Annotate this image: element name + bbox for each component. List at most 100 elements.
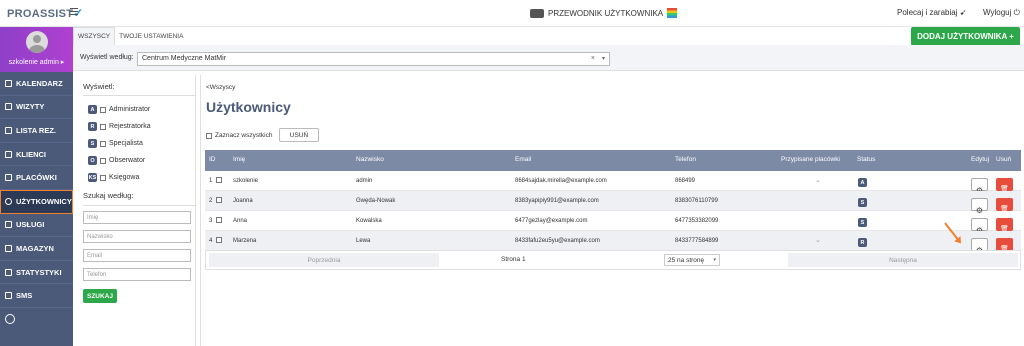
divider bbox=[83, 95, 196, 96]
user-guide-link[interactable]: PRZEWODNIK UŻYTKOWNIKA bbox=[530, 8, 678, 18]
building-icon bbox=[5, 174, 12, 182]
cell-last-name: Lewa bbox=[356, 238, 371, 244]
role-label: Specjalista bbox=[109, 140, 143, 147]
cell-phone: 8383076110799 bbox=[675, 198, 718, 204]
role-badge: A bbox=[88, 105, 97, 114]
prev-page-button[interactable]: Poprzednia bbox=[209, 253, 439, 267]
phone-input[interactable]: Telefon bbox=[83, 268, 191, 281]
role-filter-specjalista[interactable]: S Specjalista bbox=[88, 139, 143, 148]
logout-link[interactable]: Wyloguj ⏻ bbox=[983, 8, 1020, 18]
col-edit: Edytuj bbox=[971, 156, 990, 163]
role-filter-rejestratorka[interactable]: R Rejestratorka bbox=[88, 122, 151, 131]
row-checkbox[interactable] bbox=[216, 197, 222, 203]
sidebar-extra[interactable] bbox=[0, 308, 73, 331]
col-phone[interactable]: Telefon bbox=[675, 156, 696, 163]
tab-twoje-ustawienia[interactable]: TWOJE USTAWIENIA bbox=[115, 27, 187, 45]
table-row: 1 szkolenie admin 8684sajdak.mirella@exa… bbox=[205, 171, 1021, 195]
clear-icon[interactable]: × bbox=[591, 55, 595, 62]
menu-toggle-icon[interactable] bbox=[70, 8, 78, 15]
delete-button[interactable]: 🗑 bbox=[996, 218, 1013, 233]
col-status[interactable]: Status bbox=[857, 156, 875, 163]
checkbox[interactable] bbox=[100, 106, 106, 113]
cell-last-name: Gwęda-Nowak bbox=[356, 198, 396, 204]
status-badge: R bbox=[858, 238, 867, 247]
chevron-down-icon: ▾ bbox=[713, 257, 716, 263]
checkbox[interactable] bbox=[206, 132, 212, 139]
select-all[interactable]: Zaznacz wszystkich bbox=[206, 132, 272, 139]
profile-box[interactable]: szkolenie admin ▸ bbox=[0, 27, 73, 72]
row-checkbox[interactable] bbox=[216, 237, 222, 243]
show-title: Wyświetl: bbox=[83, 82, 115, 91]
cell-email: 6477gezlay@example.com bbox=[515, 218, 588, 224]
checkbox[interactable] bbox=[100, 140, 106, 147]
search-button[interactable]: SZUKAJ bbox=[83, 289, 117, 303]
delete-selected-button[interactable]: USUŃ bbox=[279, 128, 319, 142]
chevron-down-icon[interactable]: ▾ bbox=[602, 55, 605, 62]
checkbox[interactable] bbox=[100, 123, 106, 130]
sidebar-item-statystyki[interactable]: STATYSTYKI bbox=[0, 260, 73, 285]
cell-id: 2 bbox=[209, 198, 213, 204]
user-icon bbox=[5, 197, 12, 205]
col-first-name[interactable]: Imię bbox=[233, 156, 245, 163]
select-all-label: Zaznacz wszystkich bbox=[215, 132, 273, 139]
role-label: Administrator bbox=[109, 106, 151, 113]
first-name-input[interactable]: Imię bbox=[83, 211, 191, 224]
cell-email: 8383yapipiy991@example.com bbox=[515, 198, 599, 204]
sidebar-item-klienci[interactable]: KLIENCI bbox=[0, 142, 73, 167]
cell-first-name: szkolenie bbox=[233, 178, 259, 184]
user-guide-label: PRZEWODNIK UŻYTKOWNIKA bbox=[548, 8, 664, 18]
role-filter-obserwator[interactable]: O Obserwator bbox=[88, 156, 145, 165]
role-filter-ksiegowa[interactable]: KS Księgowa bbox=[88, 173, 139, 182]
tab-bar: WSZYSCY TWOJE USTAWIENIA bbox=[73, 27, 187, 45]
location-select[interactable]: Centrum Medyczne MatMir × ▾ bbox=[137, 52, 610, 66]
row-checkbox[interactable] bbox=[216, 217, 222, 223]
checkbox[interactable] bbox=[100, 174, 106, 181]
row-checkbox[interactable] bbox=[216, 177, 222, 183]
delete-button[interactable]: 🗑 bbox=[996, 178, 1013, 193]
checkbox[interactable] bbox=[100, 157, 106, 164]
chevron-down-icon[interactable]: ⌄ bbox=[815, 236, 821, 244]
sidebar-item-uzytkownicy[interactable]: UŻYTKOWNICY bbox=[0, 189, 73, 214]
email-input[interactable]: Email bbox=[83, 249, 191, 262]
top-bar: PROASSIST✓ PRZEWODNIK UŻYTKOWNIKA Poleca… bbox=[0, 0, 1024, 27]
back-link[interactable]: <Wszyscy bbox=[206, 84, 235, 91]
sidebar-item-placowki[interactable]: PLACÓWKI bbox=[0, 166, 73, 190]
sidebar-item-magazyn[interactable]: MAGAZYN bbox=[0, 237, 73, 261]
col-email[interactable]: Email bbox=[515, 156, 531, 163]
box-icon bbox=[5, 244, 12, 252]
users-table: ID Imię Nazwisko Email Telefon Przypisan… bbox=[205, 150, 1021, 255]
sidebar-item-uslugi[interactable]: USŁUGI bbox=[0, 213, 73, 238]
table-row: 2 Joanna Gwęda-Nowak 8383yapipiy991@exam… bbox=[205, 191, 1021, 215]
status-badge: S bbox=[858, 198, 867, 207]
sidebar-item-lista-rez[interactable]: LISTA REZ. bbox=[0, 119, 73, 143]
col-places[interactable]: Przypisane placówki bbox=[781, 156, 840, 163]
filter-panel: Wyświetl: A Administrator R Rejestratorka … bbox=[78, 75, 196, 346]
edit-button[interactable]: ⚙ bbox=[971, 218, 988, 235]
main-content: <Wszyscy Użytkownicy Zaznacz wszystkich … bbox=[200, 75, 1024, 346]
chevron-down-icon[interactable]: ⌄ bbox=[815, 176, 821, 184]
sidebar-item-kalendarz[interactable]: KALENDARZ bbox=[0, 72, 73, 96]
profile-name[interactable]: szkolenie admin ▸ bbox=[0, 58, 73, 66]
cell-email: 8684sajdak.mirella@example.com bbox=[515, 178, 607, 184]
cell-last-name: Kowalska bbox=[356, 218, 382, 224]
clock-icon bbox=[5, 314, 15, 325]
sidebar-item-wizyty[interactable]: WIZYTY bbox=[0, 95, 73, 120]
recommend-link[interactable]: Polecaj i zarabiaj ➹ bbox=[897, 8, 966, 17]
edit-button[interactable]: ⚙ bbox=[971, 178, 988, 195]
tab-wszyscy[interactable]: WSZYSCY bbox=[73, 27, 116, 45]
cell-id: 4 bbox=[209, 238, 213, 244]
filter-label: Wyświetl według: bbox=[80, 54, 134, 61]
next-page-button[interactable]: Następna bbox=[788, 253, 1018, 267]
col-last-name[interactable]: Nazwisko bbox=[356, 156, 384, 163]
col-id[interactable]: ID bbox=[209, 156, 216, 163]
status-badge: S bbox=[858, 218, 867, 227]
add-user-button[interactable]: DODAJ UŻYTKOWNIKA + bbox=[911, 27, 1020, 46]
sidebar-item-sms[interactable]: SMS bbox=[0, 284, 73, 308]
delete-button[interactable]: 🗑 bbox=[996, 198, 1013, 213]
cell-phone: 8433777584899 bbox=[675, 238, 719, 244]
page-size-select[interactable]: 25 na stronę ▾ bbox=[664, 254, 720, 266]
role-filter-administrator[interactable]: A Administrator bbox=[88, 105, 150, 114]
role-badge: R bbox=[88, 122, 97, 131]
last-name-input[interactable]: Nazwisko bbox=[83, 230, 191, 243]
edit-button[interactable]: ⚙ bbox=[971, 198, 988, 215]
